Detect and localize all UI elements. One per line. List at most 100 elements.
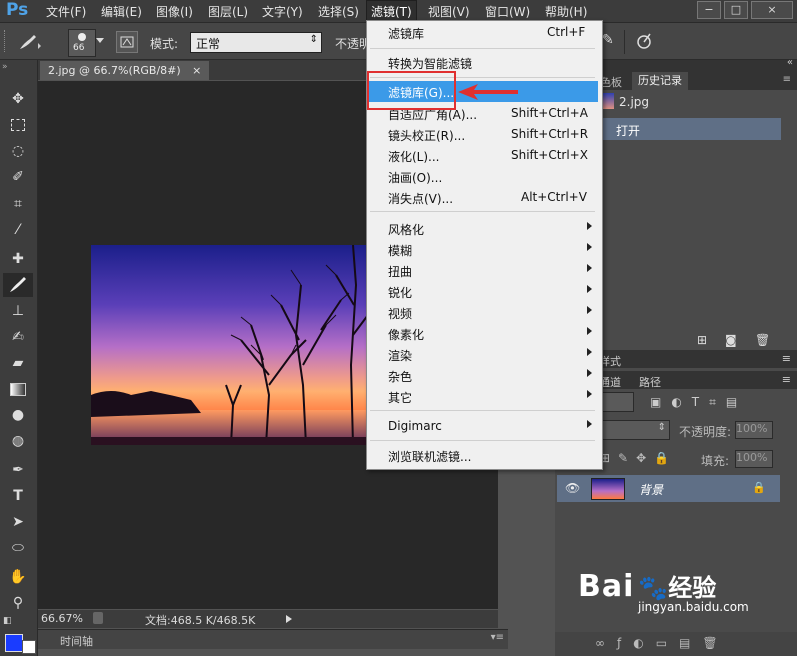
zoom-tool-icon[interactable]: ⚲ — [8, 594, 28, 612]
gradient-tool-icon[interactable] — [8, 380, 28, 398]
camera-icon[interactable]: ◙ — [725, 333, 737, 347]
filter-menu-last-filter[interactable]: 滤镜库 — [388, 25, 424, 42]
document-tab[interactable]: 2.jpg @ 66.7%(RGB/8#) × — [40, 61, 210, 80]
lock-icons[interactable]: ⊞✎✥🔒 — [600, 451, 677, 465]
blend-mode-select[interactable]: ⇕ — [600, 420, 670, 440]
filter-menu-digimarc[interactable]: Digimarc — [388, 419, 442, 433]
history-brush-tool-icon[interactable]: ✍ — [8, 328, 28, 346]
document-image[interactable] — [91, 245, 368, 445]
timeline-panel: 时间轴 ▾≡ — [38, 629, 508, 649]
maximize-button[interactable]: □ — [724, 1, 748, 19]
filter-menu-oil-paint[interactable]: 油画(O)... — [388, 169, 442, 186]
lasso-tool-icon[interactable]: ◌ — [8, 142, 28, 160]
eyedropper-tool-icon[interactable]: ⁄ — [8, 221, 28, 239]
move-tool-icon[interactable]: ✥ — [8, 90, 28, 108]
filter-menu-blur[interactable]: 模糊 — [388, 242, 412, 259]
brush-tool-button[interactable] — [3, 273, 33, 297]
filter-menu-noise[interactable]: 杂色 — [388, 368, 412, 385]
chevron-down-icon[interactable] — [96, 38, 104, 43]
eraser-tool-icon[interactable]: ▰ — [8, 354, 28, 372]
history-step-row[interactable]: 打开 — [600, 118, 781, 140]
filter-menu-video[interactable]: 视频 — [388, 305, 412, 322]
menu-layer[interactable]: 图层(L) — [208, 3, 248, 20]
eye-icon[interactable]: 👁 — [565, 481, 580, 495]
annotation-arrow-icon — [458, 84, 518, 100]
menu-separator — [370, 211, 595, 212]
foreground-color-swatch[interactable] — [5, 634, 23, 652]
brush-panel-toggle[interactable] — [116, 31, 138, 53]
brush-size-picker[interactable]: 66 — [68, 29, 96, 57]
status-icon[interactable] — [93, 612, 103, 624]
close-window-button[interactable]: × — [751, 1, 793, 19]
path-selection-tool-icon[interactable]: ➤ — [8, 513, 28, 531]
filter-menu-other[interactable]: 其它 — [388, 389, 412, 406]
trash-icon[interactable]: 🗑 — [755, 333, 770, 347]
tab-paths[interactable]: 路径 — [639, 374, 661, 390]
menu-image[interactable]: 图像(I) — [156, 3, 193, 20]
close-icon[interactable]: × — [192, 64, 201, 77]
filter-menu-pixelate[interactable]: 像素化 — [388, 326, 424, 343]
menu-type[interactable]: 文字(Y) — [262, 3, 303, 20]
layer-action-icons[interactable]: ∞ƒ◐▭▤🗑 — [595, 636, 730, 650]
menu-help[interactable]: 帮助(H) — [545, 3, 587, 20]
crop-tool-icon[interactable]: ⌗ — [8, 195, 28, 213]
mode-select[interactable]: 正常 ⇕ — [190, 32, 322, 53]
minimize-button[interactable]: − — [697, 1, 721, 19]
hand-tool-icon[interactable]: ✋ — [8, 568, 28, 586]
ellipse-tool-icon[interactable]: ⬭ — [8, 539, 28, 557]
layer-filter-icons[interactable]: ▣◐T⌗▤ — [650, 395, 747, 410]
layer-name[interactable]: 背景 — [639, 481, 663, 498]
layer-opacity-label: 不透明度: — [679, 425, 732, 439]
menu-edit[interactable]: 编辑(E) — [101, 3, 142, 20]
type-tool-icon[interactable]: T — [8, 487, 28, 505]
marquee-tool-icon[interactable] — [8, 116, 28, 134]
fill-label: 填充: — [701, 454, 730, 468]
timeline-label[interactable]: 时间轴 — [60, 633, 93, 649]
dodge-tool-icon[interactable]: ◍ — [8, 432, 28, 450]
tab-swatches[interactable]: 色板 — [600, 74, 622, 90]
quick-selection-tool-icon[interactable]: ✐ — [8, 168, 28, 186]
fill-field[interactable]: 100% — [735, 450, 773, 468]
clone-stamp-tool-icon[interactable]: ⊥ — [8, 302, 28, 320]
document-info: 文档:468.5 K/468.5K — [145, 614, 256, 627]
status-bar: 66.67% 文档:468.5 K/468.5K — [38, 610, 498, 628]
background-color-swatch[interactable] — [22, 640, 36, 654]
filter-menu-vanishing-point[interactable]: 消失点(V)... — [388, 190, 453, 207]
blur-tool-icon[interactable]: ● — [8, 406, 28, 424]
default-colors-icon[interactable]: ◧ — [3, 616, 12, 626]
menu-window[interactable]: 窗口(W) — [485, 3, 530, 20]
brush-tool-preset-button[interactable] — [16, 31, 44, 53]
healing-brush-tool-icon[interactable]: ✚ — [8, 250, 28, 268]
layers-panel-menu-icon[interactable]: ≡ — [782, 373, 791, 386]
menu-view[interactable]: 视图(V) — [428, 3, 470, 20]
pressure-size-button[interactable] — [634, 31, 654, 51]
history-snapshot[interactable]: 2.jpg — [619, 95, 649, 109]
filter-menu-liquify[interactable]: 液化(L)... — [388, 148, 440, 165]
layer-row-background[interactable]: 👁 背景 🔒 — [557, 475, 780, 502]
zoom-level[interactable]: 66.67% — [41, 612, 83, 625]
panel-collapse-icon[interactable]: » — [2, 62, 8, 72]
filter-menu-distort[interactable]: 扭曲 — [388, 263, 412, 280]
new-document-from-state-icon[interactable]: ⊞ — [697, 333, 707, 347]
menu-file[interactable]: 文件(F) — [46, 3, 86, 20]
pen-tool-icon[interactable]: ✒ — [8, 461, 28, 479]
filter-menu-smart-filter[interactable]: 转换为智能滤镜 — [388, 55, 472, 72]
panel-menu-icon[interactable]: ▾≡ — [491, 632, 504, 643]
options-divider — [624, 30, 625, 54]
styles-panel-menu-icon[interactable]: ≡ — [782, 352, 791, 365]
menu-select[interactable]: 选择(S) — [318, 3, 359, 20]
select-arrows-icon: ⇕ — [309, 34, 318, 45]
filter-menu-lens-correction[interactable]: 镜头校正(R)... — [388, 127, 465, 144]
play-icon[interactable] — [286, 615, 292, 623]
layer-filter-select[interactable] — [600, 392, 634, 412]
airbrush-icon[interactable]: ✎ — [602, 32, 618, 50]
filter-menu-render[interactable]: 渲染 — [388, 347, 412, 364]
history-panel-menu-icon[interactable]: ≡ — [783, 74, 791, 85]
collapse-dock-icon[interactable]: « — [787, 57, 793, 68]
layer-opacity-field[interactable]: 100% — [735, 421, 773, 439]
filter-menu-stylize[interactable]: 风格化 — [388, 221, 424, 238]
filter-menu-browse-online[interactable]: 浏览联机滤镜... — [388, 448, 471, 465]
filter-menu-sharpen[interactable]: 锐化 — [388, 284, 412, 301]
menu-separator — [370, 440, 595, 441]
tab-history[interactable]: 历史记录 — [632, 72, 688, 90]
